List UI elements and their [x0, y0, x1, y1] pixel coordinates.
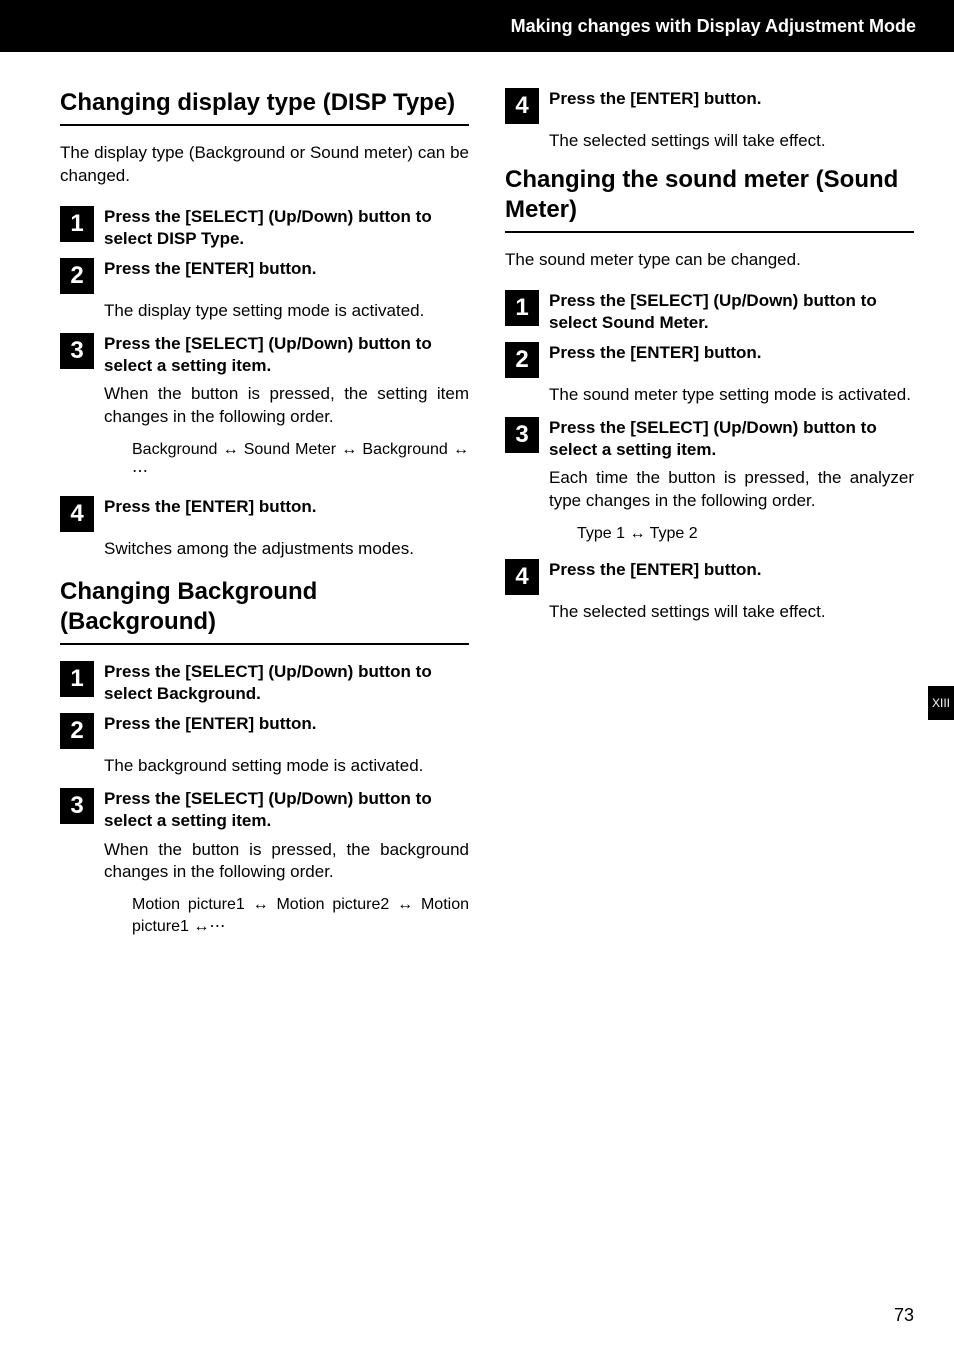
- step-body: When the button is pressed, the backgrou…: [104, 839, 469, 885]
- section-intro: The sound meter type can be changed.: [505, 249, 914, 272]
- step: 1 Press the [SELECT] (Up/Down) button to…: [60, 661, 469, 705]
- step-title: Press the [SELECT] (Up/Down) button to s…: [104, 206, 469, 250]
- step-cycle-text: Background ↔ Sound Meter ↔ Background ↔ …: [132, 439, 469, 482]
- step-body: When the button is pressed, the setting …: [104, 383, 469, 429]
- step-body: The selected settings will take effect.: [549, 130, 914, 153]
- step: 4 Press the [ENTER] button.: [505, 88, 914, 124]
- step-title: Press the [ENTER] button.: [104, 258, 317, 280]
- page-number: 73: [894, 1305, 914, 1326]
- step-number-box: 4: [505, 88, 539, 124]
- step-body: The background setting mode is activated…: [104, 755, 469, 778]
- top-bar: Making changes with Display Adjustment M…: [0, 0, 954, 52]
- step-body: The sound meter type setting mode is act…: [549, 384, 914, 407]
- step-body: Each time the button is pressed, the ana…: [549, 467, 914, 513]
- step-number-box: 3: [60, 333, 94, 369]
- step-title: Press the [ENTER] button.: [549, 559, 762, 581]
- step: 3 Press the [SELECT] (Up/Down) button to…: [60, 333, 469, 377]
- step-number-box: 2: [60, 713, 94, 749]
- section-rule: [60, 124, 469, 126]
- step-number-box: 4: [60, 496, 94, 532]
- step-body: Switches among the adjustments modes.: [104, 538, 469, 561]
- step: 4 Press the [ENTER] button.: [505, 559, 914, 595]
- step-number-box: 3: [505, 417, 539, 453]
- step-cycle-text: Motion picture1 ↔ Motion picture2 ↔ Moti…: [132, 894, 469, 937]
- section-heading: Changing the sound meter (Sound Meter): [505, 165, 914, 225]
- step: 2 Press the [ENTER] button.: [60, 258, 469, 294]
- section-rule: [60, 643, 469, 645]
- step: 2 Press the [ENTER] button.: [505, 342, 914, 378]
- page: Making changes with Display Adjustment M…: [0, 0, 954, 1352]
- step-number-box: 1: [60, 206, 94, 242]
- step-title: Press the [ENTER] button.: [549, 342, 762, 364]
- section-heading: Changing display type (DISP Type): [60, 88, 469, 118]
- step-number-box: 1: [505, 290, 539, 326]
- chapter-tab: XIII: [928, 686, 954, 720]
- section-rule: [505, 231, 914, 233]
- step-title: Press the [ENTER] button.: [104, 496, 317, 518]
- step-number-box: 4: [505, 559, 539, 595]
- step: 2 Press the [ENTER] button.: [60, 713, 469, 749]
- content-area: Changing display type (DISP Type) The di…: [0, 52, 954, 952]
- step: 1 Press the [SELECT] (Up/Down) button to…: [505, 290, 914, 334]
- left-column: Changing display type (DISP Type) The di…: [60, 88, 469, 952]
- step-number-box: 3: [60, 788, 94, 824]
- section-heading: Changing Background (Background): [60, 577, 469, 637]
- header-title: Making changes with Display Adjustment M…: [511, 16, 916, 37]
- step-cycle-text: Type 1 ↔ Type 2: [577, 523, 914, 545]
- step-title: Press the [SELECT] (Up/Down) button to s…: [104, 788, 469, 832]
- step-title: Press the [SELECT] (Up/Down) button to s…: [104, 661, 469, 705]
- section-intro: The display type (Background or Sound me…: [60, 142, 469, 188]
- step-title: Press the [SELECT] (Up/Down) button to s…: [549, 417, 914, 461]
- step: 3 Press the [SELECT] (Up/Down) button to…: [505, 417, 914, 461]
- step-title: Press the [SELECT] (Up/Down) button to s…: [104, 333, 469, 377]
- step-number-box: 2: [60, 258, 94, 294]
- step-title: Press the [ENTER] button.: [104, 713, 317, 735]
- step-body: The display type setting mode is activat…: [104, 300, 469, 323]
- step: 1 Press the [SELECT] (Up/Down) button to…: [60, 206, 469, 250]
- step: 4 Press the [ENTER] button.: [60, 496, 469, 532]
- step-title: Press the [SELECT] (Up/Down) button to s…: [549, 290, 914, 334]
- step-number-box: 1: [60, 661, 94, 697]
- right-column: 4 Press the [ENTER] button. The selected…: [505, 88, 914, 952]
- step-body: The selected settings will take effect.: [549, 601, 914, 624]
- step-number-box: 2: [505, 342, 539, 378]
- step-title: Press the [ENTER] button.: [549, 88, 762, 110]
- step: 3 Press the [SELECT] (Up/Down) button to…: [60, 788, 469, 832]
